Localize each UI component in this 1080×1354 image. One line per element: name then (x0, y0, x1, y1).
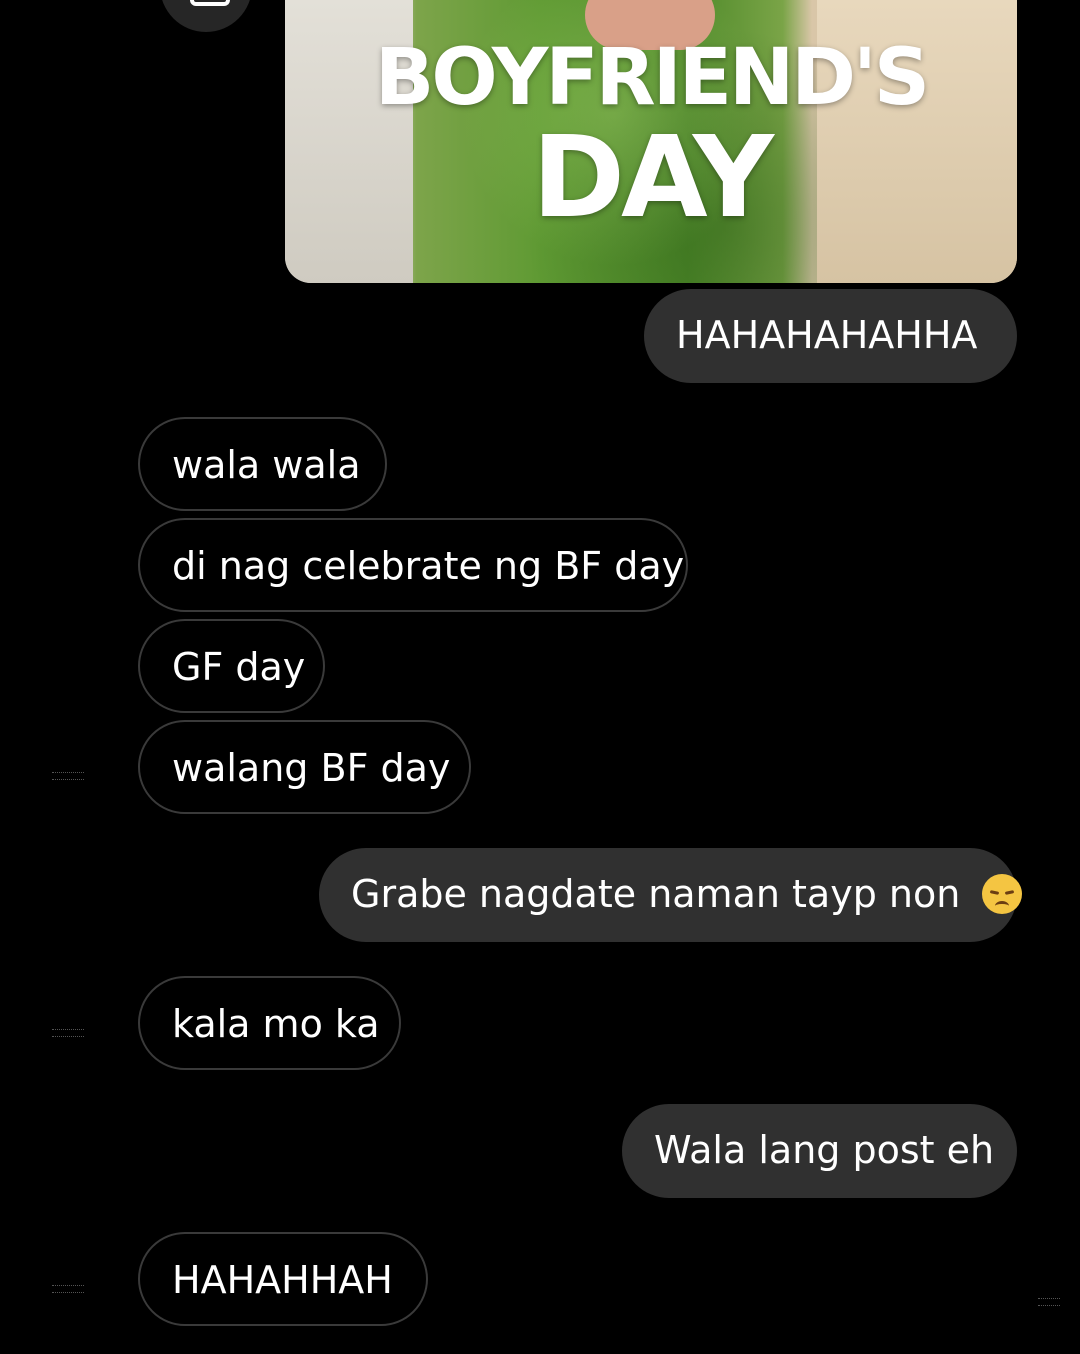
image-title-line-2: DAY (531, 113, 774, 243)
message-text: Grabe nagdate naman tayp non (351, 872, 961, 916)
image-title-line-1: BOYFRIEND'S (374, 33, 930, 123)
message-bubble-outgoing[interactable]: Wala lang post eh (622, 1104, 1017, 1198)
message-text: Wala lang post eh (654, 1128, 995, 1172)
message-bubble-incoming[interactable]: GF day (138, 619, 325, 713)
message-text: HAHAHAHAHHA (676, 313, 978, 357)
message-bubble-outgoing[interactable]: Grabe nagdate naman tayp non (319, 848, 1023, 942)
message-bubble-incoming[interactable]: walang BF day (138, 720, 471, 814)
shared-post-image[interactable]: BOYFRIEND'S DAY (285, 0, 1017, 283)
message-bubble-outgoing[interactable]: HAHAHAHAHHA (644, 289, 1017, 383)
message-text: HAHAHHAH (172, 1258, 393, 1302)
share-button[interactable] (160, 0, 252, 32)
message-text: wala wala (172, 443, 361, 487)
message-status-indicator (52, 1029, 84, 1037)
message-status-indicator (52, 772, 84, 780)
seen-indicator (1038, 1298, 1060, 1306)
message-text: kala mo ka (172, 1002, 380, 1046)
message-bubble-incoming[interactable]: wala wala (138, 417, 387, 511)
message-bubble-incoming[interactable]: HAHAHHAH (138, 1232, 428, 1326)
share-icon (190, 0, 230, 6)
message-bubble-incoming[interactable]: kala mo ka (138, 976, 401, 1070)
message-status-indicator (52, 1285, 84, 1293)
message-text: di nag celebrate ng BF day (172, 544, 685, 588)
message-text: GF day (172, 645, 306, 689)
message-bubble-incoming[interactable]: di nag celebrate ng BF day (138, 518, 688, 612)
message-text: walang BF day (172, 746, 451, 790)
disappointed-face-emoji-icon (982, 873, 1023, 914)
